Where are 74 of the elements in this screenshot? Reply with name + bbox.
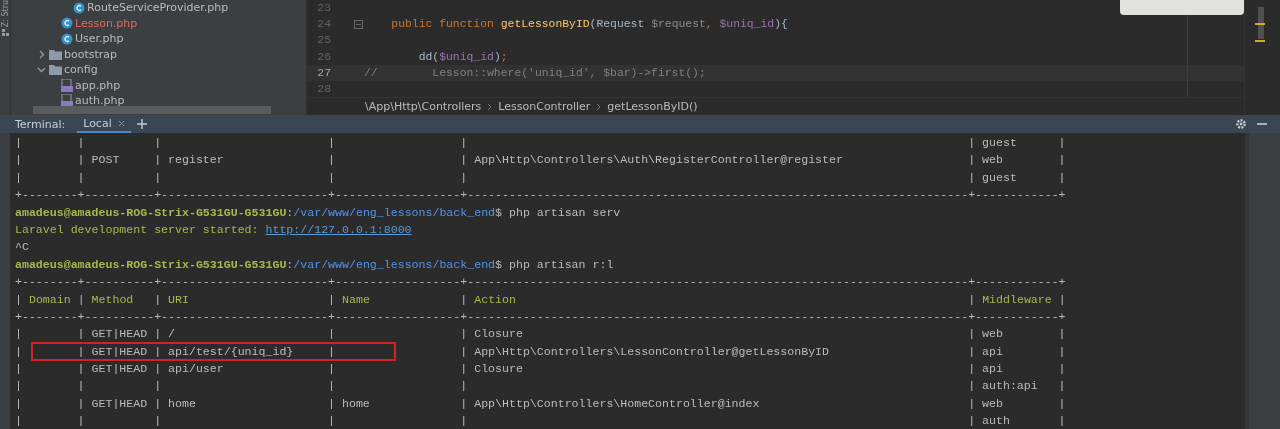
line-number: 23 bbox=[316, 2, 331, 15]
scrollbar[interactable] bbox=[1245, 133, 1280, 429]
scrollbar[interactable] bbox=[33, 106, 271, 114]
table-border-text: | bbox=[967, 292, 977, 306]
table-border-text: | bbox=[153, 292, 163, 306]
chevron-icon bbox=[487, 102, 493, 111]
terminal-text: | | GET|HEAD | api/test/{uniq_id} | | App\Http\Controllers\LessonController@getLessonByID | api | bbox=[15, 344, 1066, 358]
php-file-icon bbox=[61, 78, 73, 92]
prompt-user: amadeus@amadeus-ROG-Strix-G531GU-G531GU bbox=[15, 257, 287, 271]
tree-item[interactable]: bootstrap bbox=[64, 47, 118, 61]
table-border-text: | bbox=[15, 292, 23, 306]
breadcrumb-item[interactable]: LessonController bbox=[498, 100, 591, 113]
terminal-text: +--------+----------+------------------------+------------------+------------------------------------------------------------------------+------------+ bbox=[15, 275, 1066, 289]
tree-item[interactable]: User.php bbox=[75, 32, 124, 46]
chevron-icon[interactable] bbox=[37, 49, 46, 59]
add-icon[interactable] bbox=[136, 119, 147, 129]
column-header: URI bbox=[168, 292, 189, 306]
prompt-path: /var/www/eng_lessons/back_end bbox=[293, 205, 496, 219]
tree-item[interactable]: Lesson.php bbox=[75, 16, 138, 30]
table-border-text: | bbox=[1057, 292, 1066, 306]
class-icon bbox=[61, 17, 73, 30]
server-message: Laravel development server started: bbox=[15, 222, 260, 236]
table-border-text: | bbox=[459, 292, 469, 306]
server-url-link[interactable]: http://127.0.0.1:8000 bbox=[265, 222, 412, 236]
line-number: 28 bbox=[316, 83, 331, 96]
tree-item[interactable]: auth.php bbox=[75, 94, 125, 108]
terminal-text: | | | | | | guest | bbox=[15, 136, 1066, 149]
terminal-text: ^C bbox=[15, 240, 29, 254]
tree-item[interactable]: config bbox=[64, 63, 98, 77]
column-header: Method bbox=[91, 292, 134, 306]
panel-title: Terminal: bbox=[15, 117, 66, 131]
terminal-text: : bbox=[286, 205, 294, 219]
tree-item[interactable]: RouteServiceProvider.php bbox=[87, 1, 229, 15]
terminal-text: | | POST | register | | App\Http\Controllers\Auth\RegisterController@register | web | bbox=[15, 153, 1066, 167]
line-number: 25 bbox=[316, 34, 331, 47]
structure-icon[interactable] bbox=[1, 29, 9, 38]
terminal-text: | | | | | | auth:api | bbox=[15, 379, 1066, 393]
breadcrumb-item[interactable]: getLessonByID() bbox=[607, 100, 698, 113]
table-border-text: | bbox=[327, 292, 337, 306]
class-icon bbox=[73, 1, 85, 14]
code-line: dd($uniq_id); bbox=[417, 50, 508, 63]
terminal-text: | | | | | | auth | bbox=[15, 414, 1066, 428]
terminal-text: | | | | | | guest | bbox=[15, 170, 1066, 184]
column-header: Name bbox=[342, 292, 370, 306]
folder-icon bbox=[49, 64, 62, 76]
terminal-text: +--------+----------+------------------------+------------------+------------------------------------------------------------------------+------------+ bbox=[15, 309, 1066, 323]
terminal-text: | | GET|HEAD | / | | Closure | web | bbox=[15, 327, 1066, 341]
prompt-user: amadeus@amadeus-ROG-Strix-G531GU-G531GU bbox=[15, 205, 287, 219]
terminal-text: +--------+----------+------------------------+------------------+------------------------------------------------------------------------+------------+ bbox=[15, 188, 1066, 202]
tree-item[interactable]: app.php bbox=[75, 78, 121, 92]
line-number: 26 bbox=[316, 50, 331, 63]
class-icon bbox=[61, 32, 73, 45]
side-panel-label[interactable]: Z: Stru bbox=[0, 0, 10, 28]
code-line: public function getLessonByID(Request $request, $uniq_id){ bbox=[390, 18, 788, 31]
close-icon[interactable] bbox=[117, 119, 125, 127]
column-header: Middleware bbox=[982, 292, 1052, 306]
terminal-text: | | GET|HEAD | api/user | | Closure | api | bbox=[15, 362, 1066, 376]
terminal-text: : bbox=[286, 257, 294, 271]
column-header: Domain bbox=[28, 292, 71, 306]
table-border-text: | bbox=[76, 292, 86, 306]
fold-icon[interactable] bbox=[354, 19, 363, 29]
settings-icon[interactable] bbox=[1235, 118, 1247, 130]
line-number: 24 bbox=[316, 18, 331, 31]
terminal-text: $ php artisan r:l bbox=[495, 257, 614, 271]
prompt-path: /var/www/eng_lessons/back_end bbox=[293, 257, 496, 271]
column-header: Action bbox=[474, 292, 516, 306]
folder-icon bbox=[49, 48, 62, 60]
terminal-text: | | GET|HEAD | home | home | App\Http\Controllers\HomeController@index | web | bbox=[15, 396, 1066, 410]
terminal-text: $ php artisan serv bbox=[495, 205, 621, 219]
code-line: // Lesson::where('uniq_id', $bar)->first(); bbox=[364, 66, 706, 79]
chevron-icon[interactable] bbox=[37, 65, 46, 75]
breadcrumb-item[interactable]: \App\Http\Controllers bbox=[365, 100, 482, 113]
line-number: 27 bbox=[316, 66, 331, 79]
chevron-icon bbox=[596, 102, 602, 111]
